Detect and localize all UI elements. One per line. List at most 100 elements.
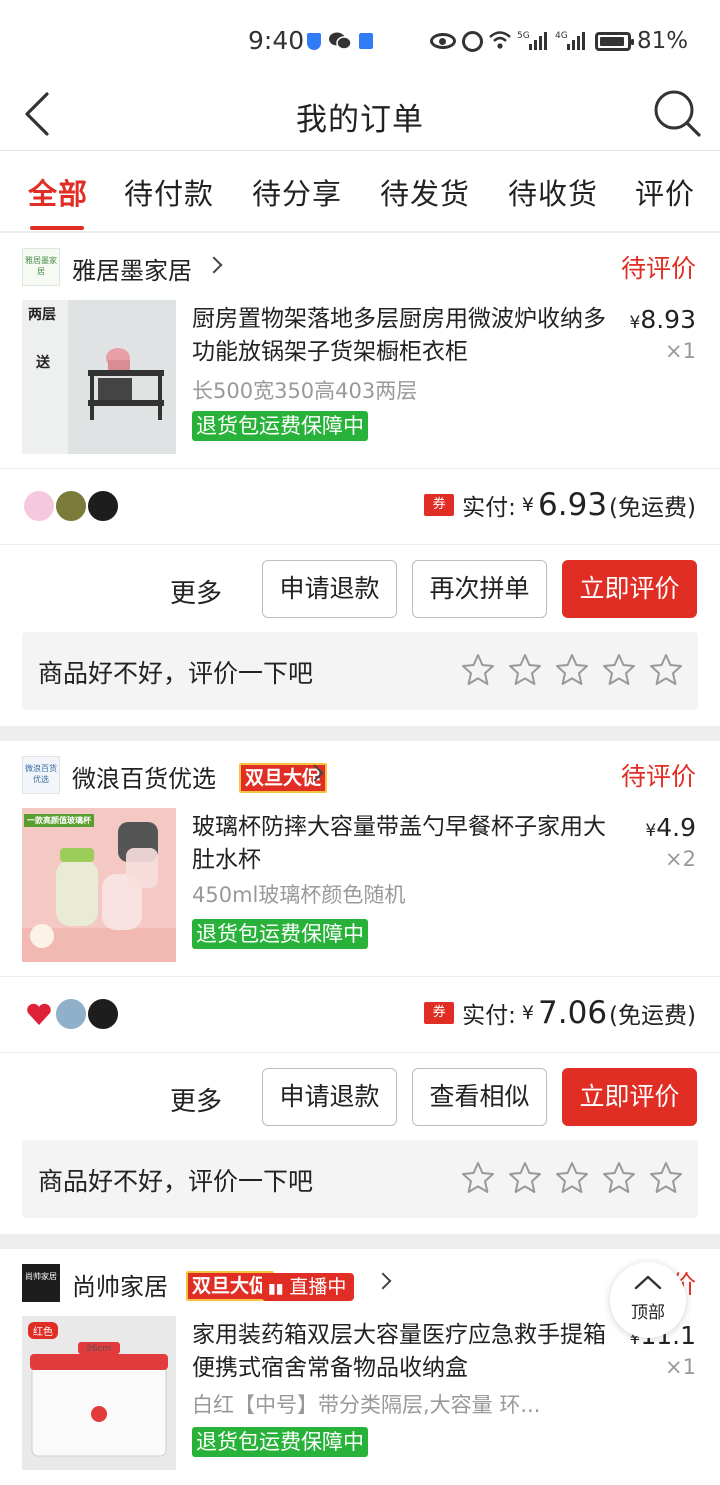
refund-button[interactable]: 申请退款 [262,1068,397,1126]
shop-row[interactable]: 微浪百货优选 微浪百货优选 双旦大促 待评价 [0,741,720,807]
shipping-note: (免运费) [609,1003,696,1029]
review-prompt: 商品好不好，评价一下吧 [38,659,314,688]
scroll-to-top-label: 顶部 [631,1303,665,1323]
live-tag: ▮▮ 直播中 [262,1273,355,1301]
product-thumbnail[interactable]: 一款高颜值玻璃杯 [22,808,176,962]
star-rating-3-icon[interactable] [554,652,590,688]
tab-all[interactable]: 全部 [28,171,88,213]
currency-symbol: ¥ [521,1002,535,1024]
shop-logo: 雅居墨家居 [22,248,60,286]
quick-review-bar: 商品好不好，评价一下吧 [22,1140,698,1218]
review-prompt: 商品好不好，评价一下吧 [38,1167,314,1196]
payment-summary: 券 实付: ¥ 7.06 (免运费) [424,995,696,1031]
order-status: 待评价 [620,254,696,283]
shield-icon [307,33,321,50]
product-title[interactable]: 厨房置物架落地多层厨房用微波炉收纳多功能放锅架子货架橱柜衣柜 [192,303,612,369]
paid-label: 实付: [462,1003,516,1029]
wifi-icon [489,31,511,49]
avatar [22,489,56,523]
product-title[interactable]: 家用装药箱双层大容量医疗应急救手提箱便携式宿舍常备物品收纳盒 [192,1319,612,1385]
shop-logo: 尚帅家居 [22,1264,60,1302]
star-rating-2-icon[interactable] [507,1160,543,1196]
product-spec: 白红【中号】带分类隔层,大容量 环... [192,1393,541,1417]
chevron-up-icon [634,1275,662,1290]
tab-pending-share[interactable]: 待分享 [252,171,342,213]
shop-row[interactable]: 雅居墨家居 雅居墨家居 待评价 [0,233,720,299]
return-shipping-badge: 退货包运费保障中 [192,919,368,949]
star-rating-4-icon[interactable] [601,1160,637,1196]
return-shipping-badge: 退货包运费保障中 [192,411,368,441]
avatar [22,997,56,1031]
status-bar: 9:40 5G 4G 81% [0,0,720,80]
more-button[interactable]: 更多 [170,1081,222,1118]
divider [0,976,720,977]
quick-review-bar: 商品好不好，评价一下吧 [22,632,698,710]
tab-pending-receipt[interactable]: 待收货 [508,171,598,213]
coupon-icon: 券 [424,1002,455,1024]
thumb-label-gift: 送 [36,355,50,371]
nav-header: 我的订单 [0,80,720,150]
battery-percent: 81% [637,28,689,54]
avatar [86,489,120,523]
order-card: 雅居墨家居 雅居墨家居 待评价 两层 送 厨房置物架落地多层厨房用微波炉收纳多功… [0,233,720,726]
product-quantity: ×1 [665,339,696,363]
thumb-dimension: 26cm [86,1344,112,1354]
paid-amount: 7.06 [538,995,608,1031]
refund-button[interactable]: 申请退款 [262,560,397,618]
order-status: 待评价 [620,762,696,791]
shop-name[interactable]: 雅居墨家居 [72,251,192,286]
product-spec: 450ml玻璃杯颜色随机 [192,883,406,907]
order-tabs: 全部 待付款 待分享 待发货 待收货 评价 [0,150,720,232]
thumb-label: 一款高颜值玻璃杯 [24,814,94,827]
app-notification-icon [359,33,373,49]
battery-icon [595,32,634,51]
star-rating-2-icon[interactable] [507,652,543,688]
group-avatars [22,997,132,1033]
coupon-icon: 券 [424,494,455,516]
svg-text:4G: 4G [555,31,568,41]
divider [0,1052,720,1053]
chevron-right-icon [205,256,223,274]
avatar [86,997,120,1031]
star-rating-1-icon[interactable] [460,1160,496,1196]
product-price: ¥8.93 [629,305,697,334]
star-rating-3-icon[interactable] [554,1160,590,1196]
eye-icon [430,33,456,49]
search-icon[interactable] [650,86,704,140]
signal-4g-icon: 4G [555,31,585,50]
shop-logo: 微浪百货优选 [22,756,60,794]
star-rating-4-icon[interactable] [601,652,637,688]
review-now-button[interactable]: 立即评价 [562,560,697,618]
live-icon: ▮▮ [268,1281,284,1297]
currency-symbol: ¥ [521,494,535,516]
group-avatars [22,489,132,525]
shipping-note: (免运费) [609,495,696,521]
divider [0,544,720,545]
shop-name[interactable]: 尚帅家居 [72,1267,168,1302]
product-price: ¥4.9 [645,813,696,842]
alarm-icon [462,31,483,52]
status-time: 9:40 [248,26,305,55]
product-thumbnail[interactable]: 两层 送 [22,300,176,454]
tab-pending-payment[interactable]: 待付款 [124,171,214,213]
scroll-to-top-button[interactable]: 顶部 [610,1262,686,1338]
reorder-button[interactable]: 再次拼单 [412,560,547,618]
shop-name[interactable]: 微浪百货优选 [72,759,216,794]
product-quantity: ×2 [665,847,696,871]
product-title[interactable]: 玻璃杯防摔大容量带盖勺早餐杯子家用大肚水杯 [192,811,612,877]
star-rating-5-icon[interactable] [648,652,684,688]
product-thumbnail[interactable]: 红色 26cm [22,1316,176,1470]
tab-review[interactable]: 评价 [635,171,695,213]
star-rating-1-icon[interactable] [460,652,496,688]
svg-text:5G: 5G [517,31,530,41]
tab-pending-shipment[interactable]: 待发货 [380,171,470,213]
avatar [54,489,88,523]
order-card: 微浪百货优选 微浪百货优选 双旦大促 待评价 一款高颜值玻璃杯 玻璃杯防摔大容量… [0,741,720,1234]
review-now-button[interactable]: 立即评价 [562,1068,697,1126]
divider [0,468,720,469]
product-spec: 长500宽350高403两层 [192,379,418,403]
chevron-right-icon [374,1272,392,1290]
more-button[interactable]: 更多 [170,573,222,610]
view-similar-button[interactable]: 查看相似 [412,1068,547,1126]
star-rating-5-icon[interactable] [648,1160,684,1196]
